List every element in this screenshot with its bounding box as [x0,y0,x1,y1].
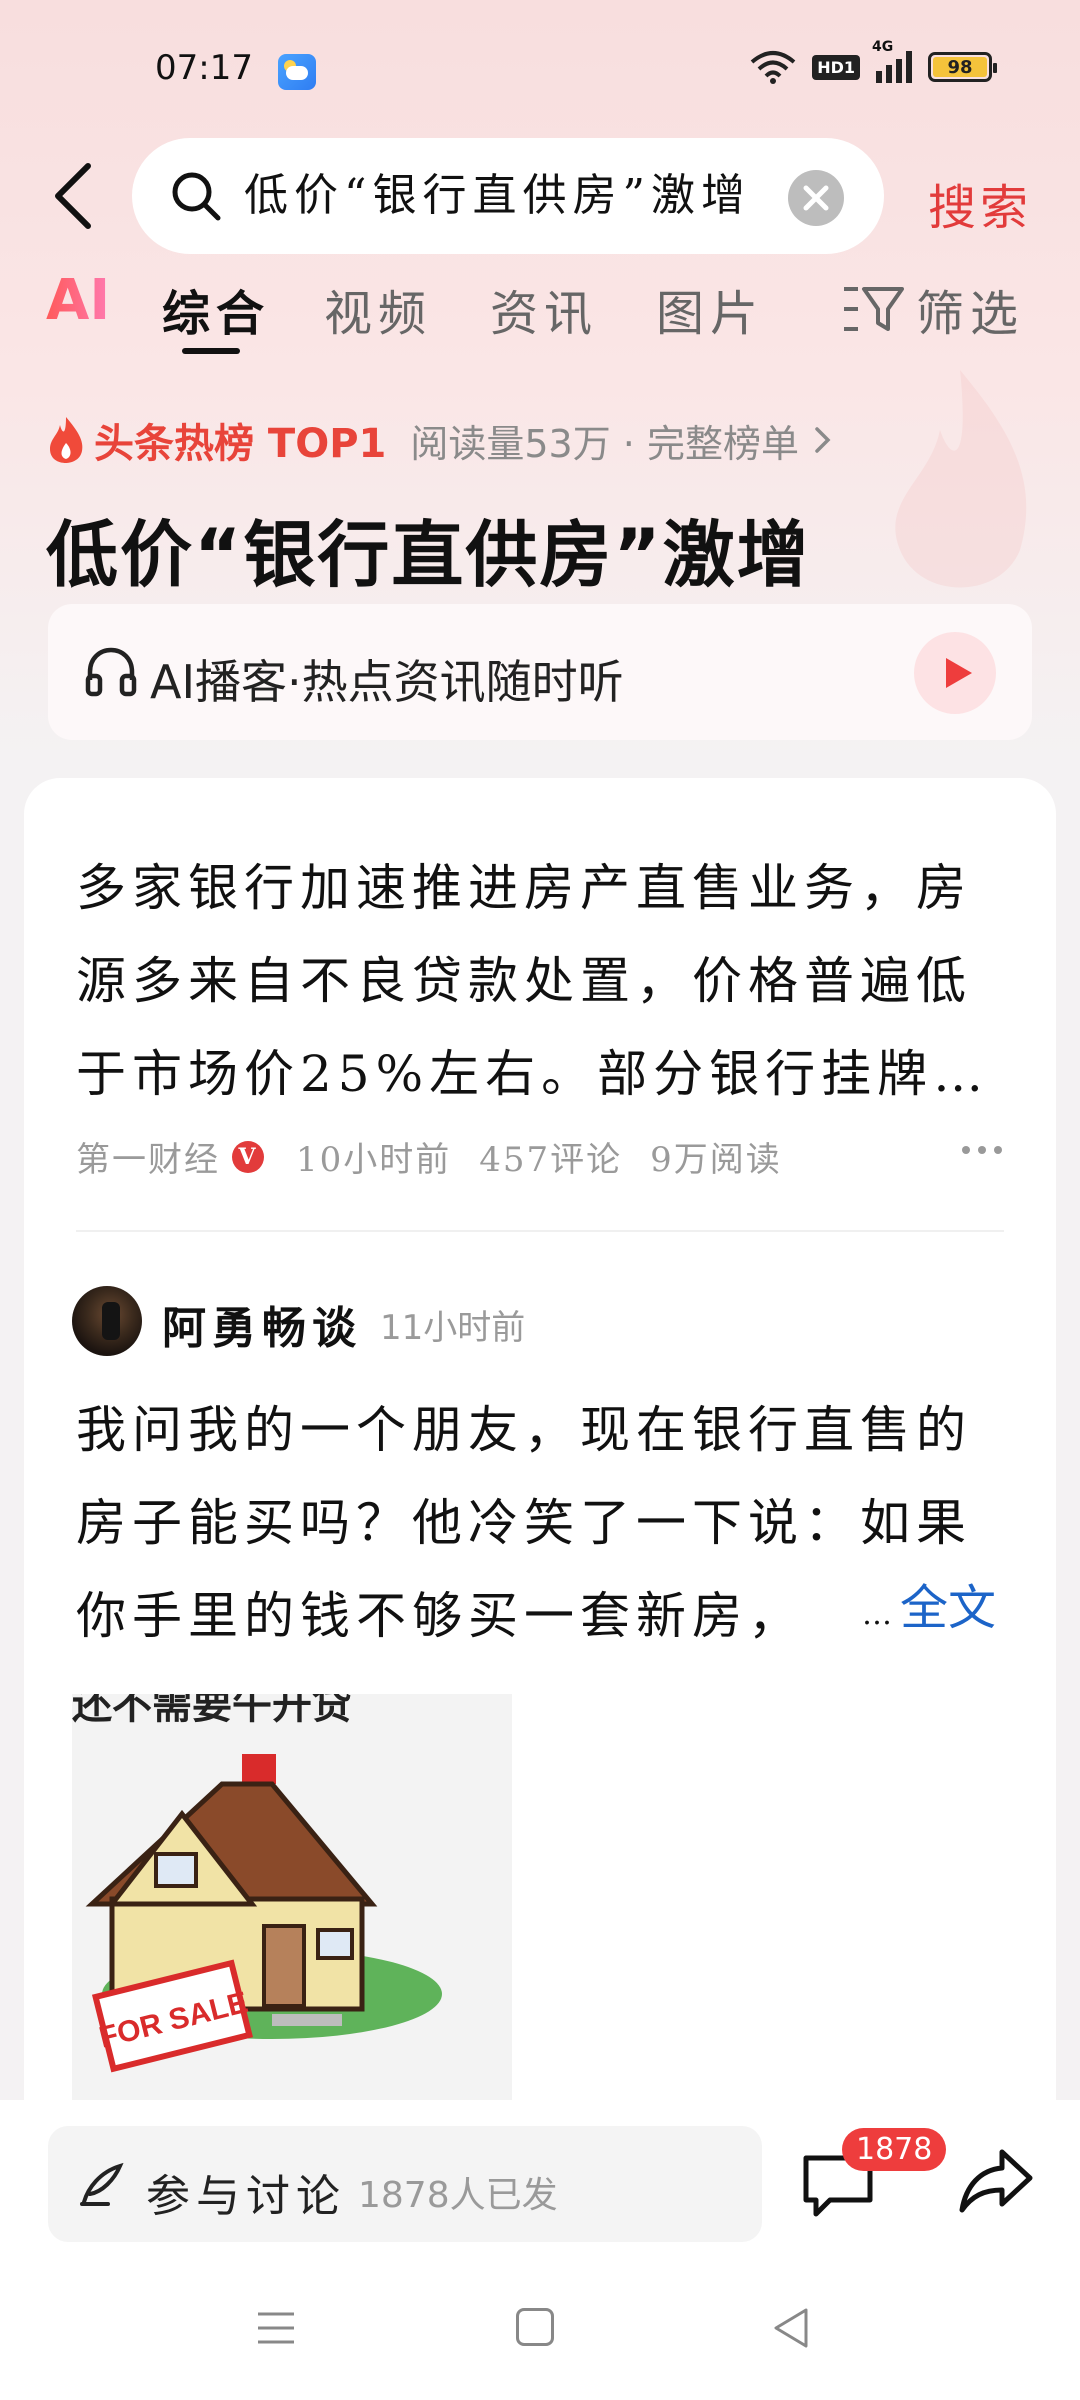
home-icon[interactable] [516,2308,554,2346]
system-nav-bar [0,2250,1080,2400]
discuss-count: 1878人已发 [358,2175,558,2216]
discuss-label: 参与讨论 [146,2171,346,2222]
news-summary[interactable]: 多家银行加速推进房产直售业务，房源多来自不良贷款处置，价格普遍低于市场价25%左… [76,842,996,1121]
post-time: 11小时前 [380,1308,526,1348]
network-type: 4G [872,39,894,55]
play-button[interactable] [914,632,996,714]
search-button[interactable]: 搜索 [928,168,1032,238]
flame-decoration [895,370,1027,588]
share-icon[interactable] [958,2146,1034,2216]
tab-video[interactable]: 视频 [324,274,432,344]
news-meta: 第一财经 V 10小时前 457评论 9万阅读 [76,1132,782,1181]
discuss-input[interactable]: 参与讨论 1878人已发 [48,2126,762,2242]
hd-badge: HD1 [812,54,860,80]
hot-board-line[interactable]: 头条热榜 TOP1 阅读量53万 · 完整榜单 [46,412,833,468]
filter-icon [844,287,904,331]
back-triangle-icon[interactable] [772,2306,810,2350]
status-indicators: HD1 4G 98 [750,39,997,84]
hot-board-label: 头条热榜 TOP1 [94,421,387,467]
close-icon [803,185,829,211]
back-icon[interactable] [48,160,100,232]
active-tab-indicator [182,348,240,354]
news-source[interactable]: 第一财经 [76,1132,220,1181]
result-tabs: AI 综合 视频 资讯 图片 筛选 [0,262,1080,358]
results-card: 多家银行加速推进房产直售业务，房源多来自不良贷款处置，价格普遍低于市场价25%左… [24,778,1056,2138]
read-more-label: 全文 [900,1580,997,1636]
post-line: 我问我的一个朋友，现在银行直售的 [76,1401,972,1459]
headphone-icon [85,647,137,697]
ai-podcast-bar[interactable]: AI播客·热点资讯随时听 [48,604,1032,740]
filter-label: 筛选 [916,286,1025,342]
weather-icon [278,54,316,90]
page-title[interactable]: 低价“银行直供房”激增 [46,496,811,601]
filter-button[interactable]: 筛选 [842,274,1024,344]
avatar[interactable] [72,1286,142,1356]
tab-ai[interactable]: AI [46,268,110,333]
more-options-icon[interactable] [962,1146,1002,1154]
wifi-icon [750,51,796,84]
hot-board-stats: 阅读量53万 · 完整榜单 [410,421,799,466]
search-input[interactable]: 低价“银行直供房”激增 [132,138,884,254]
fire-icon [50,417,83,463]
battery-level: 98 [947,56,973,78]
clear-search-button[interactable] [788,170,844,226]
post-image[interactable]: 还不需要午开贷 FOR SALE [72,1694,512,2138]
pen-icon [80,2162,124,2206]
menu-icon[interactable] [256,2310,296,2346]
tab-images[interactable]: 图片 [656,274,764,344]
news-time: 10小时前 [296,1140,452,1180]
read-more-link[interactable]: … 全文 [862,1568,996,1638]
play-icon [946,658,972,688]
search-query[interactable]: 低价“银行直供房”激增 [244,168,764,224]
house-for-sale-illustration: FOR SALE [85,1754,442,2073]
battery-icon: 98 [928,52,997,82]
image-caption: 还不需要午开贷 [72,1694,352,1728]
status-time: 07:17 [155,48,253,88]
news-reads: 9万阅读 [650,1140,782,1180]
tab-news[interactable]: 资讯 [490,274,598,344]
post-author[interactable]: 阿勇畅谈 [162,1292,362,1356]
search-icon [172,172,221,221]
verified-badge: V [232,1140,264,1173]
divider [76,1230,1004,1232]
status-bar: 07:17 HD1 4G 98 [0,0,1080,140]
comment-count-badge: 1878 [842,2128,947,2171]
signal-icon: 4G [872,39,912,83]
chevron-right-icon [815,427,831,453]
bottom-action-bar: 参与讨论 1878人已发 1878 [0,2100,1080,2250]
news-comments: 457评论 [479,1140,623,1180]
podcast-label: AI播客·热点资讯随时听 [150,655,624,709]
tab-comprehensive[interactable]: 综合 [162,274,270,344]
post-line: 房子能买吗？他冷笑了一下说：如果 [76,1494,972,1552]
